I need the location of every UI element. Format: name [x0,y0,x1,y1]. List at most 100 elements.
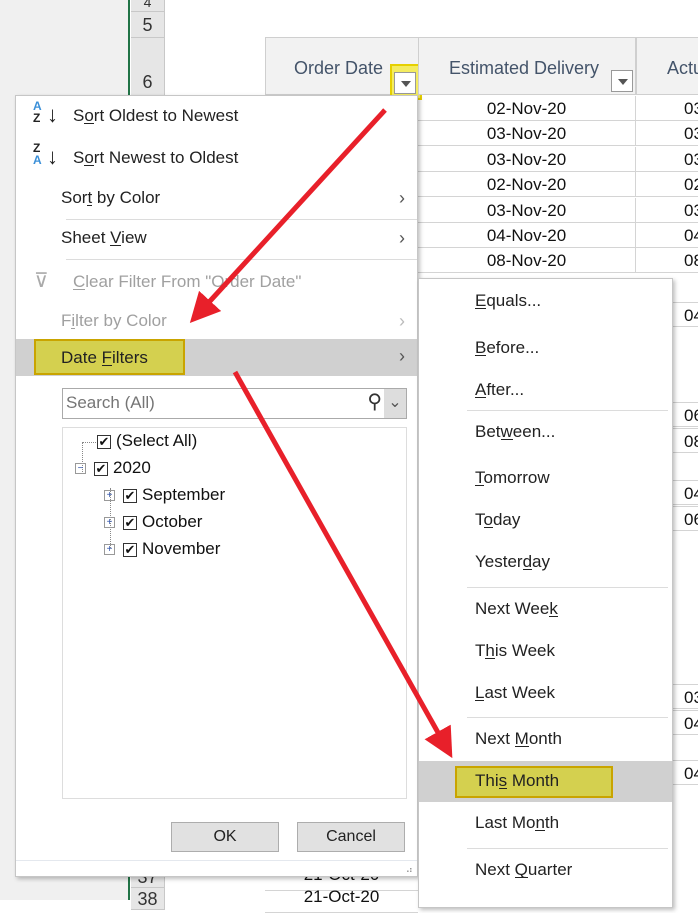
menu-label: After... [475,380,525,399]
down-arrow-icon: ↓ [47,144,58,169]
cell[interactable]: 04-Nov-20 [418,223,636,248]
cell[interactable]: 02-Nov-20 [418,96,636,121]
menu-label: Yesterday [475,552,550,571]
row-header[interactable]: 6 [131,38,165,96]
tree-item-november[interactable]: + ✔ November [104,539,220,559]
menu-label: Sheet View [61,228,147,247]
search-box: ⚲ ⌄ [62,388,407,419]
down-arrow-icon: ↓ [47,102,58,127]
sheet-view[interactable]: Sheet View › [16,228,417,248]
cell[interactable]: 02 [636,172,698,198]
cell[interactable]: 08 [672,428,698,453]
cell[interactable]: 04 [672,760,698,785]
cell[interactable]: 03 [672,684,698,709]
menu-label: Clear Filter From "Order Date" [73,272,302,291]
submenu-item[interactable]: Before... [419,338,672,358]
cell[interactable]: 06 [672,506,698,531]
estimated-delivery-filter-button[interactable] [611,70,633,92]
clear-filter: ⊽ Clear Filter From "Order Date" [16,270,417,292]
ok-button[interactable]: OK [171,822,279,852]
cell[interactable]: 04 [672,302,698,327]
tree-item-2020[interactable]: − ✔ 2020 [75,458,151,478]
checkbox-checked-icon[interactable]: ✔ [97,434,111,449]
row-header[interactable]: 5 [131,12,165,38]
sort-oldest-to-newest[interactable]: A Z ↓ Sort Oldest to Newest [16,100,417,127]
header-label: Order Date [294,58,384,78]
search-dropdown-button[interactable]: ⌄ [384,389,406,418]
sort-by-color[interactable]: Sort by Color › [16,188,417,208]
submenu-item[interactable]: Equals... [419,291,672,311]
menu-label: Sort Newest to Oldest [73,148,239,167]
chevron-right-icon: › [399,311,405,331]
cell[interactable]: 03 [636,96,698,121]
menu-label: Equals... [475,291,542,310]
menu-label: Last Week [475,683,556,702]
resize-grip-icon[interactable]: ⠴ [406,865,413,876]
cancel-button[interactable]: Cancel [297,822,405,852]
header-actual: Actu [636,37,698,95]
submenu-item[interactable]: Next Month [419,729,672,749]
cell[interactable]: 08 [636,248,698,274]
cell[interactable]: 03-Nov-20 [418,197,636,223]
header-label: Estimated Delivery [449,58,600,78]
collapse-icon[interactable]: − [75,463,86,475]
cell[interactable]: 04 [636,223,698,248]
cell[interactable]: 08-Nov-20 [418,248,636,274]
filter-by-color: Filter by Color › [16,311,417,331]
menu-label: Last Month [475,813,560,832]
checkbox-checked-icon[interactable]: ✔ [94,461,108,476]
submenu-item[interactable]: Next Week [419,599,672,619]
tree-item-september[interactable]: + ✔ September [104,485,225,505]
submenu-item[interactable]: Next Quarter [419,860,672,880]
cell[interactable]: 21-Oct-20 [265,888,418,913]
submenu-item[interactable]: Last Week [419,683,672,703]
tree-label: September [142,485,226,504]
cell[interactable]: 04 [672,710,698,735]
menu-label: Date Filters [61,348,148,367]
expand-icon[interactable]: + [104,490,115,502]
submenu-item[interactable]: Today [419,510,672,530]
tree-item-october[interactable]: + ✔ October [104,512,202,532]
menu-label: Tomorrow [475,468,550,487]
header-estimated-delivery: Estimated Delivery [418,37,636,95]
cell[interactable]: 03 [636,198,698,223]
cell[interactable]: 03-Nov-20 [418,146,636,172]
expand-icon[interactable]: + [104,517,115,529]
cell[interactable]: 04 [672,480,698,505]
expand-icon[interactable]: + [104,544,115,556]
submenu-item[interactable]: Last Month [419,813,672,833]
submenu-item[interactable]: After... [419,380,672,400]
submenu-item[interactable]: This Week [419,641,672,661]
cell[interactable]: 03 [636,147,698,172]
submenu-item[interactable]: Between... [419,422,672,442]
menu-label: Sort Oldest to Newest [73,106,239,125]
submenu-item-this-month[interactable]: This Month [419,761,672,802]
tree-item-select-all[interactable]: ✔ (Select All) [97,431,197,451]
header-label: Actu [667,58,698,78]
cell[interactable]: 06 [672,402,698,427]
menu-label: Next Week [475,599,558,618]
menu-label: Next Quarter [475,860,573,879]
tree-label: (Select All) [116,431,198,450]
chevron-right-icon: › [399,346,405,366]
filter-menu: A Z ↓ Sort Oldest to Newest Z A ↓ Sort Newes… [15,95,418,877]
date-filters[interactable]: Date Filters › [16,339,417,376]
checkbox-checked-icon[interactable]: ✔ [123,488,137,503]
menu-label: Today [475,510,521,529]
cell[interactable]: 02-Nov-20 [418,172,636,198]
date-filters-submenu: Equals... Before... After... Between... Tomo… [418,278,673,908]
submenu-item[interactable]: Tomorrow [419,468,672,488]
row-header[interactable]: 38 [131,888,165,910]
sort-newest-to-oldest[interactable]: Z A ↓ Sort Newest to Oldest [16,142,417,169]
chevron-right-icon: › [399,228,405,248]
row-header[interactable]: 4 [131,0,165,12]
cell[interactable]: 03 [636,121,698,147]
cell[interactable]: 03-Nov-20 [418,121,636,147]
checkbox-checked-icon[interactable]: ✔ [123,542,137,557]
checkbox-checked-icon[interactable]: ✔ [123,515,137,530]
search-icon: ⚲ [367,391,382,413]
menu-label: Filter by Color [61,311,167,330]
submenu-item[interactable]: Yesterday [419,552,672,572]
order-date-filter-button[interactable] [394,72,416,94]
search-input[interactable] [63,389,353,417]
